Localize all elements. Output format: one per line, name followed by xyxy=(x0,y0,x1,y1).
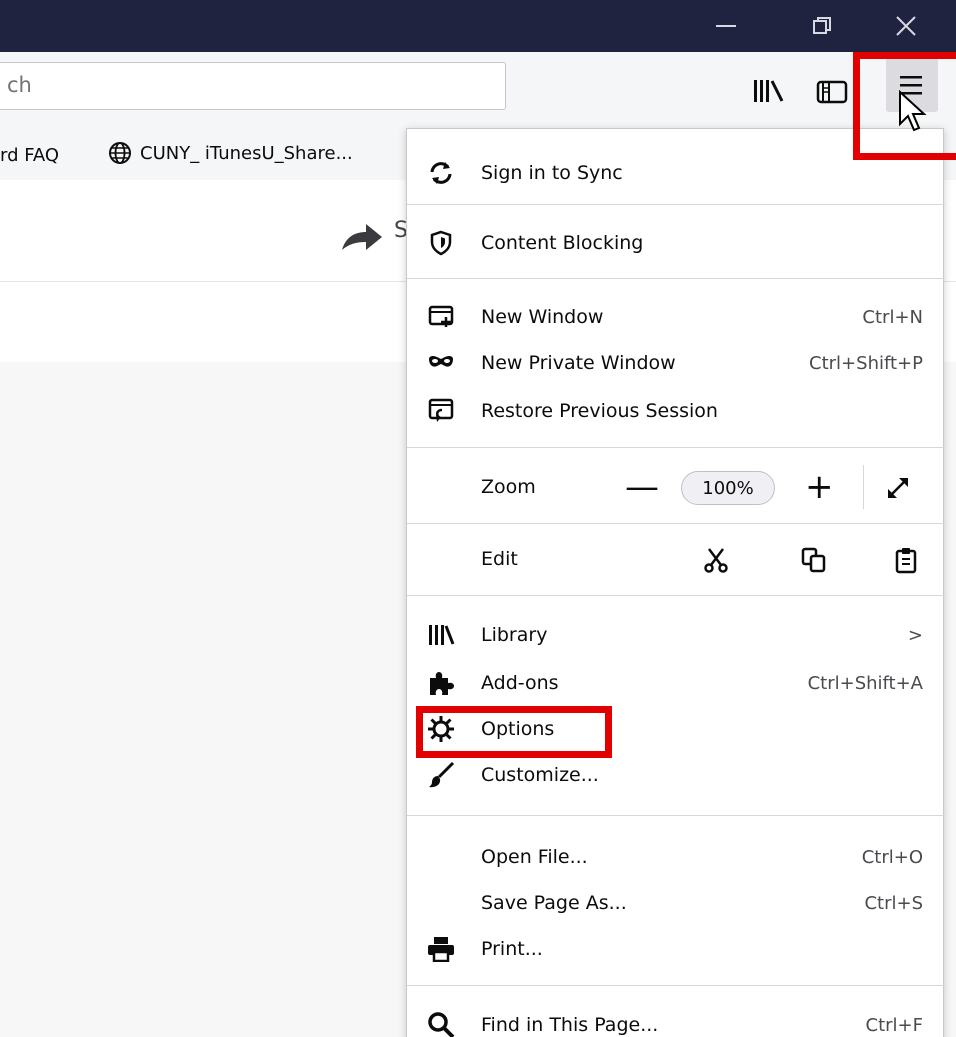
url-bar[interactable]: ch xyxy=(0,62,506,110)
app-menu-panel: Sign in to Sync Content Blocking New Win… xyxy=(406,128,945,1037)
restore-session-icon xyxy=(427,397,455,425)
copy-button[interactable] xyxy=(799,545,829,575)
menu-item-shortcut: Ctrl+S xyxy=(864,892,923,914)
menu-separator xyxy=(407,447,945,448)
new-window-icon xyxy=(427,303,455,331)
close-button[interactable] xyxy=(880,0,932,52)
menu-separator xyxy=(407,985,945,986)
cut-button[interactable] xyxy=(701,545,731,575)
title-bar xyxy=(0,0,956,52)
cut-icon xyxy=(704,548,728,573)
menu-item-label: Find in This Page... xyxy=(481,1014,659,1036)
menu-item-shortcut: Ctrl+Shift+A xyxy=(807,672,923,694)
menu-item-zoom: Zoom — 100% + xyxy=(407,465,945,509)
menu-item-label: Restore Previous Session xyxy=(481,400,718,422)
sync-icon xyxy=(427,159,455,187)
shield-icon xyxy=(427,229,455,257)
menu-item-new-window[interactable]: New Window Ctrl+N xyxy=(407,295,945,339)
mouse-cursor-icon xyxy=(899,90,927,132)
fullscreen-icon[interactable] xyxy=(885,475,911,501)
url-bar-text: ch xyxy=(7,73,32,97)
menu-item-label: New Private Window xyxy=(481,352,676,374)
options-highlight xyxy=(416,706,612,758)
zoom-out-button[interactable]: — xyxy=(625,467,659,507)
bookmark-item[interactable]: rd FAQ xyxy=(0,145,59,166)
library-icon xyxy=(754,80,784,102)
minimize-icon xyxy=(716,25,736,27)
library-button[interactable] xyxy=(752,78,792,118)
zoom-divider xyxy=(863,465,864,509)
menu-item-label: Print... xyxy=(481,938,543,960)
share-icon[interactable] xyxy=(340,222,384,254)
close-icon xyxy=(896,16,916,36)
menu-item-shortcut: Ctrl+N xyxy=(862,306,923,328)
menu-item-label: Save Page As... xyxy=(481,892,627,914)
bookmark-label: CUNY_ iTunesU_Share... xyxy=(140,142,353,164)
menu-item-customize[interactable]: Customize... xyxy=(407,753,945,797)
menu-separator xyxy=(407,278,945,279)
sidebar-button[interactable] xyxy=(816,80,856,120)
menu-item-label: New Window xyxy=(481,306,604,328)
search-icon xyxy=(427,1011,455,1037)
menu-item-restore-session[interactable]: Restore Previous Session xyxy=(407,389,945,433)
menu-item-save-page[interactable]: Save Page As... Ctrl+S xyxy=(407,881,945,925)
paste-icon xyxy=(895,548,917,574)
bookmark-item[interactable]: CUNY_ iTunesU_Share... xyxy=(108,141,353,165)
menu-separator xyxy=(407,204,945,205)
menu-item-label: Content Blocking xyxy=(481,232,644,254)
menu-item-content-blocking[interactable]: Content Blocking xyxy=(407,221,945,265)
copy-icon xyxy=(801,547,826,573)
puzzle-icon xyxy=(427,669,455,697)
menu-item-library[interactable]: Library > xyxy=(407,613,945,657)
paste-button[interactable] xyxy=(891,545,921,575)
zoom-label: Zoom xyxy=(481,476,536,498)
menu-item-shortcut: Ctrl+Shift+P xyxy=(809,352,923,374)
sidebar-icon xyxy=(816,80,848,104)
zoom-in-button[interactable]: + xyxy=(805,467,834,507)
menu-item-label: Library xyxy=(481,624,548,646)
menu-item-shortcut: Ctrl+O xyxy=(861,846,923,868)
mask-icon xyxy=(427,349,455,377)
menu-item-print[interactable]: Print... xyxy=(407,927,945,971)
restore-button[interactable] xyxy=(796,0,848,52)
menu-separator xyxy=(407,523,945,524)
menu-item-new-private-window[interactable]: New Private Window Ctrl+Shift+P xyxy=(407,341,945,385)
menu-item-label: Add-ons xyxy=(481,672,559,694)
zoom-reset-button[interactable]: 100% xyxy=(681,471,775,505)
menu-item-add-ons[interactable]: Add-ons Ctrl+Shift+A xyxy=(407,661,945,705)
menu-item-label: Open File... xyxy=(481,846,588,868)
library-icon xyxy=(427,621,455,649)
menu-item-shortcut: Ctrl+F xyxy=(865,1014,923,1036)
menu-item-edit: Edit xyxy=(407,537,945,581)
menu-separator xyxy=(407,815,945,816)
menu-item-open-file[interactable]: Open File... Ctrl+O xyxy=(407,835,945,879)
restore-icon xyxy=(813,17,831,34)
edit-label: Edit xyxy=(481,548,518,570)
navigation-toolbar: ch xyxy=(0,52,956,120)
submenu-arrow: > xyxy=(907,624,923,646)
menu-separator xyxy=(407,595,945,596)
menu-item-label: Sign in to Sync xyxy=(481,162,623,184)
paintbrush-icon xyxy=(427,761,455,789)
menu-item-label: Customize... xyxy=(481,764,599,786)
globe-icon xyxy=(109,142,131,164)
printer-icon xyxy=(427,935,455,963)
menu-item-find[interactable]: Find in This Page... Ctrl+F xyxy=(407,1003,945,1037)
minimize-button[interactable] xyxy=(700,0,752,52)
